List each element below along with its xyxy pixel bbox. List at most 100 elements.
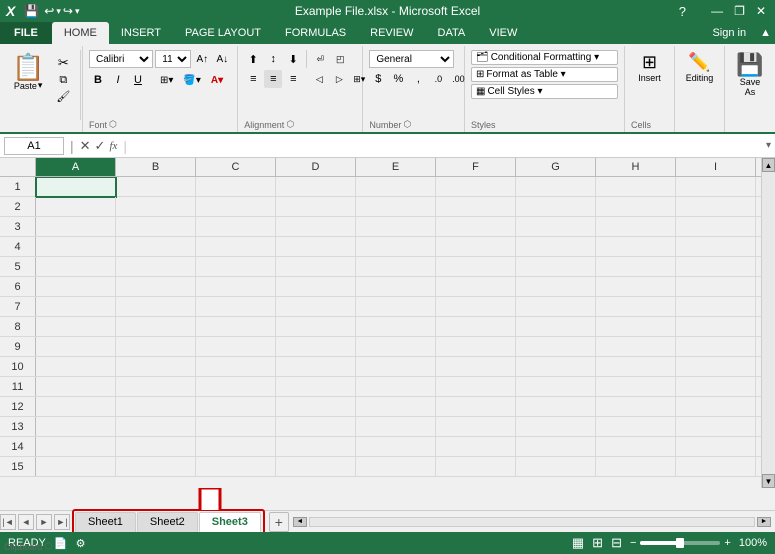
zoom-slider-thumb[interactable]	[676, 538, 684, 548]
grid-scroll[interactable]: 1 2 3 4	[0, 177, 775, 510]
sign-in-btn[interactable]: Sign in	[702, 22, 756, 44]
comma-btn[interactable]: ,	[409, 70, 427, 88]
restore-btn[interactable]: ❐	[729, 0, 750, 22]
formula-input[interactable]	[133, 137, 762, 155]
copy-button[interactable]: ⧉	[54, 73, 72, 88]
conditional-formatting-btn[interactable]: 🗂 Conditional Formatting ▾	[471, 50, 618, 65]
decrease-font-btn[interactable]: A↓	[213, 50, 231, 68]
font-size-select[interactable]: 11	[155, 50, 191, 68]
cell-B1[interactable]	[116, 177, 196, 197]
row-header-15[interactable]: 15	[0, 457, 36, 476]
tab-insert[interactable]: INSERT	[109, 22, 173, 44]
confirm-formula-btn[interactable]: ✓	[95, 138, 106, 154]
zoom-slider[interactable]	[640, 541, 720, 545]
insert-cells-btn[interactable]: ⊞ Insert	[631, 50, 668, 85]
tab-view[interactable]: VIEW	[477, 22, 529, 44]
row-header-7[interactable]: 7	[0, 297, 36, 316]
percent-btn[interactable]: %	[389, 70, 407, 88]
cut-button[interactable]: ✂	[54, 54, 72, 72]
tab-page-layout[interactable]: PAGE LAYOUT	[173, 22, 273, 44]
tab-home[interactable]: HOME	[52, 22, 109, 44]
increase-decimal-btn[interactable]: .0	[429, 70, 447, 88]
wrap-text-btn[interactable]: ⏎	[311, 50, 329, 68]
row-header-4[interactable]: 4	[0, 237, 36, 256]
border-btn[interactable]: ⊞▾	[156, 71, 177, 89]
row-header-1[interactable]: 1	[0, 177, 36, 196]
save-as-btn[interactable]: 💾 SaveAs	[731, 50, 769, 100]
cell-G1[interactable]	[516, 177, 596, 197]
formula-expand-btn[interactable]: ▾	[766, 140, 771, 151]
row-header-2[interactable]: 2	[0, 197, 36, 216]
col-header-F[interactable]: F	[436, 158, 516, 176]
font-name-select[interactable]: Calibri	[89, 50, 153, 68]
cell-D1[interactable]	[276, 177, 356, 197]
col-header-G[interactable]: G	[516, 158, 596, 176]
format-painter-button[interactable]: 🖌	[54, 89, 72, 104]
tab-data[interactable]: DATA	[426, 22, 478, 44]
sheet-nav-next[interactable]: ►	[36, 514, 52, 530]
row-header-13[interactable]: 13	[0, 417, 36, 436]
row-header-11[interactable]: 11	[0, 377, 36, 396]
save-quick-btn[interactable]: 💾	[21, 4, 42, 18]
row-header-12[interactable]: 12	[0, 397, 36, 416]
sheet-nav-last[interactable]: ►|	[54, 514, 70, 530]
fill-color-btn[interactable]: 🪣▾	[179, 71, 204, 89]
sheet-nav-prev[interactable]: ◄	[18, 514, 34, 530]
row-header-5[interactable]: 5	[0, 257, 36, 276]
horizontal-scrollbar[interactable]: ◄ ►	[289, 517, 775, 527]
alignment-expand-icon[interactable]: ⬡	[286, 119, 294, 130]
editing-btn[interactable]: ✏️ Editing	[681, 50, 718, 85]
align-left-btn[interactable]: ≡	[244, 70, 262, 88]
cell-styles-btn[interactable]: ▦ Cell Styles ▾	[471, 84, 618, 99]
cell-E1[interactable]	[356, 177, 436, 197]
col-header-E[interactable]: E	[356, 158, 436, 176]
sheet-tab-sheet1[interactable]: Sheet1	[75, 512, 136, 532]
italic-btn[interactable]: I	[109, 71, 127, 89]
bold-btn[interactable]: B	[89, 71, 107, 89]
font-color-btn[interactable]: A▾	[207, 71, 227, 89]
clipboard-expand-icon[interactable]: ⬡	[45, 541, 53, 552]
zoom-in-btn[interactable]: +	[724, 537, 730, 549]
paste-button[interactable]: 📋 Paste▾	[6, 50, 50, 95]
vertical-scrollbar[interactable]: ▲ ▼	[761, 158, 775, 488]
text-angle-btn[interactable]: ◰	[331, 50, 349, 68]
cancel-formula-btn[interactable]: ✕	[80, 138, 91, 154]
col-header-C[interactable]: C	[196, 158, 276, 176]
redo-quick-btn[interactable]: ↪	[61, 4, 75, 18]
number-expand-icon[interactable]: ⬡	[403, 119, 411, 130]
align-bottom-btn[interactable]: ⬇	[284, 50, 302, 68]
cell-A2[interactable]	[36, 197, 116, 217]
col-header-B[interactable]: B	[116, 158, 196, 176]
sheet-tab-sheet3[interactable]: Sheet3	[199, 512, 261, 532]
font-expand-icon[interactable]: ⬡	[109, 119, 117, 130]
row-header-6[interactable]: 6	[0, 277, 36, 296]
col-header-D[interactable]: D	[276, 158, 356, 176]
cell-reference-input[interactable]	[4, 137, 64, 155]
insert-function-btn[interactable]: fx	[109, 140, 117, 152]
help-btn[interactable]: ?	[674, 0, 691, 22]
status-page-icon[interactable]: 📄	[54, 537, 68, 550]
add-sheet-btn[interactable]: +	[269, 512, 289, 532]
align-right-btn[interactable]: ≡	[284, 70, 302, 88]
status-macro-icon[interactable]: ⚙	[76, 537, 86, 550]
normal-view-btn[interactable]: ▦	[572, 535, 584, 551]
col-header-I[interactable]: I	[676, 158, 756, 176]
sheet-tab-sheet2[interactable]: Sheet2	[137, 512, 198, 532]
row-header-3[interactable]: 3	[0, 217, 36, 236]
decrease-indent-btn[interactable]: ◁	[310, 70, 328, 88]
align-center-btn[interactable]: ≡	[264, 70, 282, 88]
underline-btn[interactable]: U	[129, 71, 147, 89]
align-top-btn[interactable]: ⬆	[244, 50, 262, 68]
ribbon-collapse-btn[interactable]: ▲	[756, 22, 775, 44]
tab-review[interactable]: REVIEW	[358, 22, 425, 44]
row-header-8[interactable]: 8	[0, 317, 36, 336]
row-header-14[interactable]: 14	[0, 437, 36, 456]
page-break-view-btn[interactable]: ⊟	[611, 535, 622, 551]
page-layout-view-btn[interactable]: ⊞	[592, 535, 603, 551]
cell-H1[interactable]	[596, 177, 676, 197]
row-header-10[interactable]: 10	[0, 357, 36, 376]
minimize-btn[interactable]: —	[706, 0, 728, 22]
cell-F1[interactable]	[436, 177, 516, 197]
undo-quick-btn[interactable]: ↩	[42, 4, 56, 18]
sheet-nav-first[interactable]: |◄	[0, 514, 16, 530]
